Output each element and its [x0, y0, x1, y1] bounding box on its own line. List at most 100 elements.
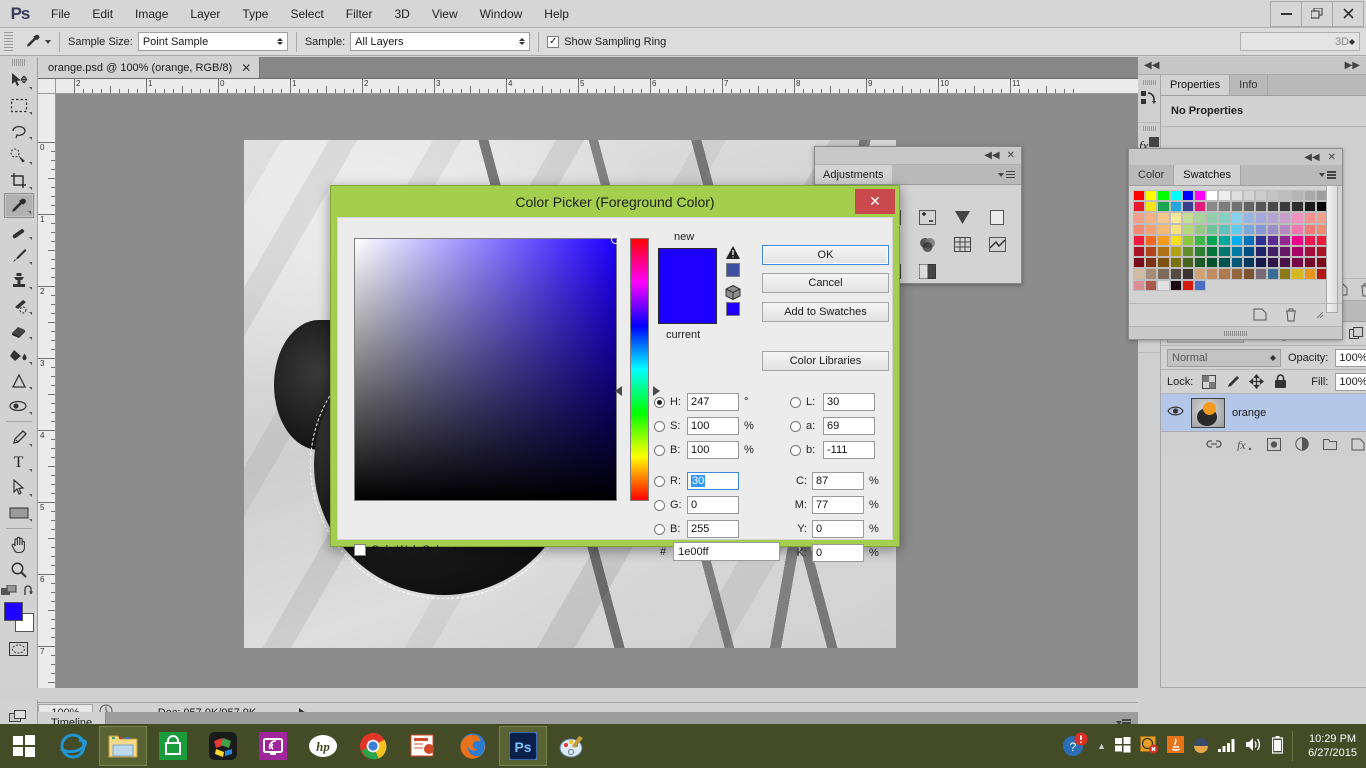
- swatch-115[interactable]: [1169, 268, 1182, 280]
- gradient-tool[interactable]: [4, 343, 34, 368]
- swatch-104[interactable]: [1230, 257, 1243, 269]
- rail-item-history[interactable]: [1138, 77, 1160, 123]
- menu-filter[interactable]: Filter: [335, 0, 384, 28]
- swatch-77[interactable]: [1291, 234, 1304, 246]
- swatch-17[interactable]: [1145, 201, 1158, 213]
- swatch-101[interactable]: [1193, 257, 1207, 269]
- swatch-59[interactable]: [1267, 223, 1280, 235]
- tab-properties[interactable]: Properties: [1161, 75, 1231, 95]
- swatch-110[interactable]: [1303, 257, 1316, 269]
- color-balance-adjustment-icon[interactable]: [916, 235, 938, 253]
- taskbar-windows-store[interactable]: [149, 726, 197, 766]
- lab-l-radio[interactable]: [790, 396, 801, 408]
- swatch-71[interactable]: [1218, 234, 1231, 246]
- collapse-left-icon[interactable]: ◀◀: [1144, 60, 1159, 71]
- swatch-123[interactable]: [1267, 268, 1280, 280]
- green-input[interactable]: 0: [687, 496, 739, 514]
- only-web-colors-checkbox[interactable]: Only Web Colors: [354, 544, 454, 556]
- blur-tool[interactable]: [4, 368, 34, 393]
- swatch-39[interactable]: [1218, 212, 1231, 224]
- swatch-119[interactable]: [1218, 268, 1231, 280]
- swatch-113[interactable]: [1145, 268, 1158, 280]
- layer-style-fx-icon[interactable]: fx: [1236, 438, 1253, 451]
- collapse-icon[interactable]: ◀◀: [984, 150, 999, 161]
- hue-radio[interactable]: [654, 396, 665, 408]
- brush-tool[interactable]: [4, 243, 34, 268]
- swatch-48[interactable]: [1133, 223, 1146, 235]
- swatch-22[interactable]: [1206, 201, 1219, 213]
- swatch-27[interactable]: [1267, 201, 1280, 213]
- swatch-116[interactable]: [1181, 268, 1194, 280]
- swatch-53[interactable]: [1193, 223, 1207, 235]
- blue-input[interactable]: 255: [687, 520, 739, 538]
- swatch-21[interactable]: [1193, 201, 1207, 213]
- channel-mixer-adjustment-icon[interactable]: [951, 235, 973, 253]
- move-tool[interactable]: [4, 68, 34, 93]
- invert-adjustment-icon[interactable]: [951, 208, 973, 226]
- swatch-91[interactable]: [1267, 245, 1280, 258]
- swatch-92[interactable]: [1279, 245, 1292, 258]
- swatch-3[interactable]: [1169, 190, 1182, 202]
- swatch-97[interactable]: [1145, 257, 1158, 269]
- swatch-78[interactable]: [1303, 234, 1316, 246]
- history-brush-tool[interactable]: [4, 293, 34, 318]
- swatch-40[interactable]: [1230, 212, 1243, 224]
- swatch-126[interactable]: [1303, 268, 1316, 280]
- delete-swatch-icon[interactable]: [1285, 308, 1297, 322]
- lab-b-radio[interactable]: [790, 444, 801, 456]
- swatch-118[interactable]: [1206, 268, 1219, 280]
- cancel-button[interactable]: Cancel: [762, 273, 889, 293]
- swatch-64[interactable]: [1133, 234, 1146, 246]
- gradient-map-adjustment-icon[interactable]: [986, 235, 1008, 253]
- rectangle-tool[interactable]: [4, 500, 34, 525]
- menu-edit[interactable]: Edit: [81, 0, 124, 28]
- java-icon[interactable]: [1167, 736, 1185, 756]
- swatch-6[interactable]: [1206, 190, 1219, 202]
- swatch-33[interactable]: [1145, 212, 1158, 224]
- swatch-43[interactable]: [1267, 212, 1280, 224]
- new-fill-adjustment-icon[interactable]: [1295, 437, 1310, 451]
- hue-slider-left-handle[interactable]: [615, 386, 622, 396]
- taskbar-screen-share[interactable]: [249, 726, 297, 766]
- swatch-56[interactable]: [1230, 223, 1243, 235]
- swatch-8[interactable]: [1230, 190, 1243, 202]
- lab-b-input[interactable]: -111: [823, 441, 875, 459]
- swatch-67[interactable]: [1169, 234, 1182, 246]
- fill-input[interactable]: 100%: [1335, 372, 1366, 391]
- swatch-114[interactable]: [1157, 268, 1170, 280]
- document-tab[interactable]: orange.psd @ 100% (orange, RGB/8) ✕: [38, 57, 261, 78]
- lock-position-icon[interactable]: [1248, 373, 1265, 390]
- opacity-input[interactable]: 100%: [1335, 348, 1366, 367]
- layer-visibility-icon[interactable]: [1167, 405, 1184, 420]
- restore-button[interactable]: [1301, 0, 1333, 27]
- swatch-89[interactable]: [1242, 245, 1255, 258]
- color-picker-title-bar[interactable]: Color Picker (Foreground Color) ✕: [331, 186, 899, 217]
- clock[interactable]: 10:29 PM 6/27/2015: [1308, 732, 1357, 760]
- tab-swatches[interactable]: Swatches: [1174, 165, 1241, 185]
- swatch-73[interactable]: [1242, 234, 1255, 246]
- swatch-121[interactable]: [1242, 268, 1255, 280]
- swatch-32[interactable]: [1133, 212, 1146, 224]
- resize-grip-icon[interactable]: [1315, 310, 1324, 319]
- swatch-18[interactable]: [1157, 201, 1170, 213]
- windows-icon[interactable]: [1115, 736, 1131, 756]
- selective-color-adjustment-icon[interactable]: [916, 262, 938, 280]
- swatch-76[interactable]: [1279, 234, 1292, 246]
- black-input[interactable]: 0: [812, 544, 864, 562]
- swatch-61[interactable]: [1291, 223, 1304, 235]
- taskbar-photoshop[interactable]: Ps: [499, 726, 547, 766]
- swatch-102[interactable]: [1206, 257, 1219, 269]
- taskbar-paint[interactable]: [549, 726, 597, 766]
- tool-preset-chevron-down-icon[interactable]: [45, 39, 51, 44]
- swatch-93[interactable]: [1291, 245, 1304, 258]
- ruler-corner[interactable]: [38, 79, 56, 94]
- type-tool[interactable]: T: [4, 450, 34, 475]
- lab-a-radio[interactable]: [790, 420, 801, 432]
- sample-size-select[interactable]: Point Sample: [137, 32, 288, 51]
- lock-image-pixels-icon[interactable]: [1224, 373, 1241, 390]
- show-sampling-ring-checkbox[interactable]: ✓ Show Sampling Ring: [547, 35, 666, 48]
- swatch-0[interactable]: [1133, 190, 1146, 202]
- volume-icon[interactable]: [1245, 737, 1263, 755]
- swatch-82[interactable]: [1157, 245, 1170, 258]
- swatch-87[interactable]: [1218, 245, 1231, 258]
